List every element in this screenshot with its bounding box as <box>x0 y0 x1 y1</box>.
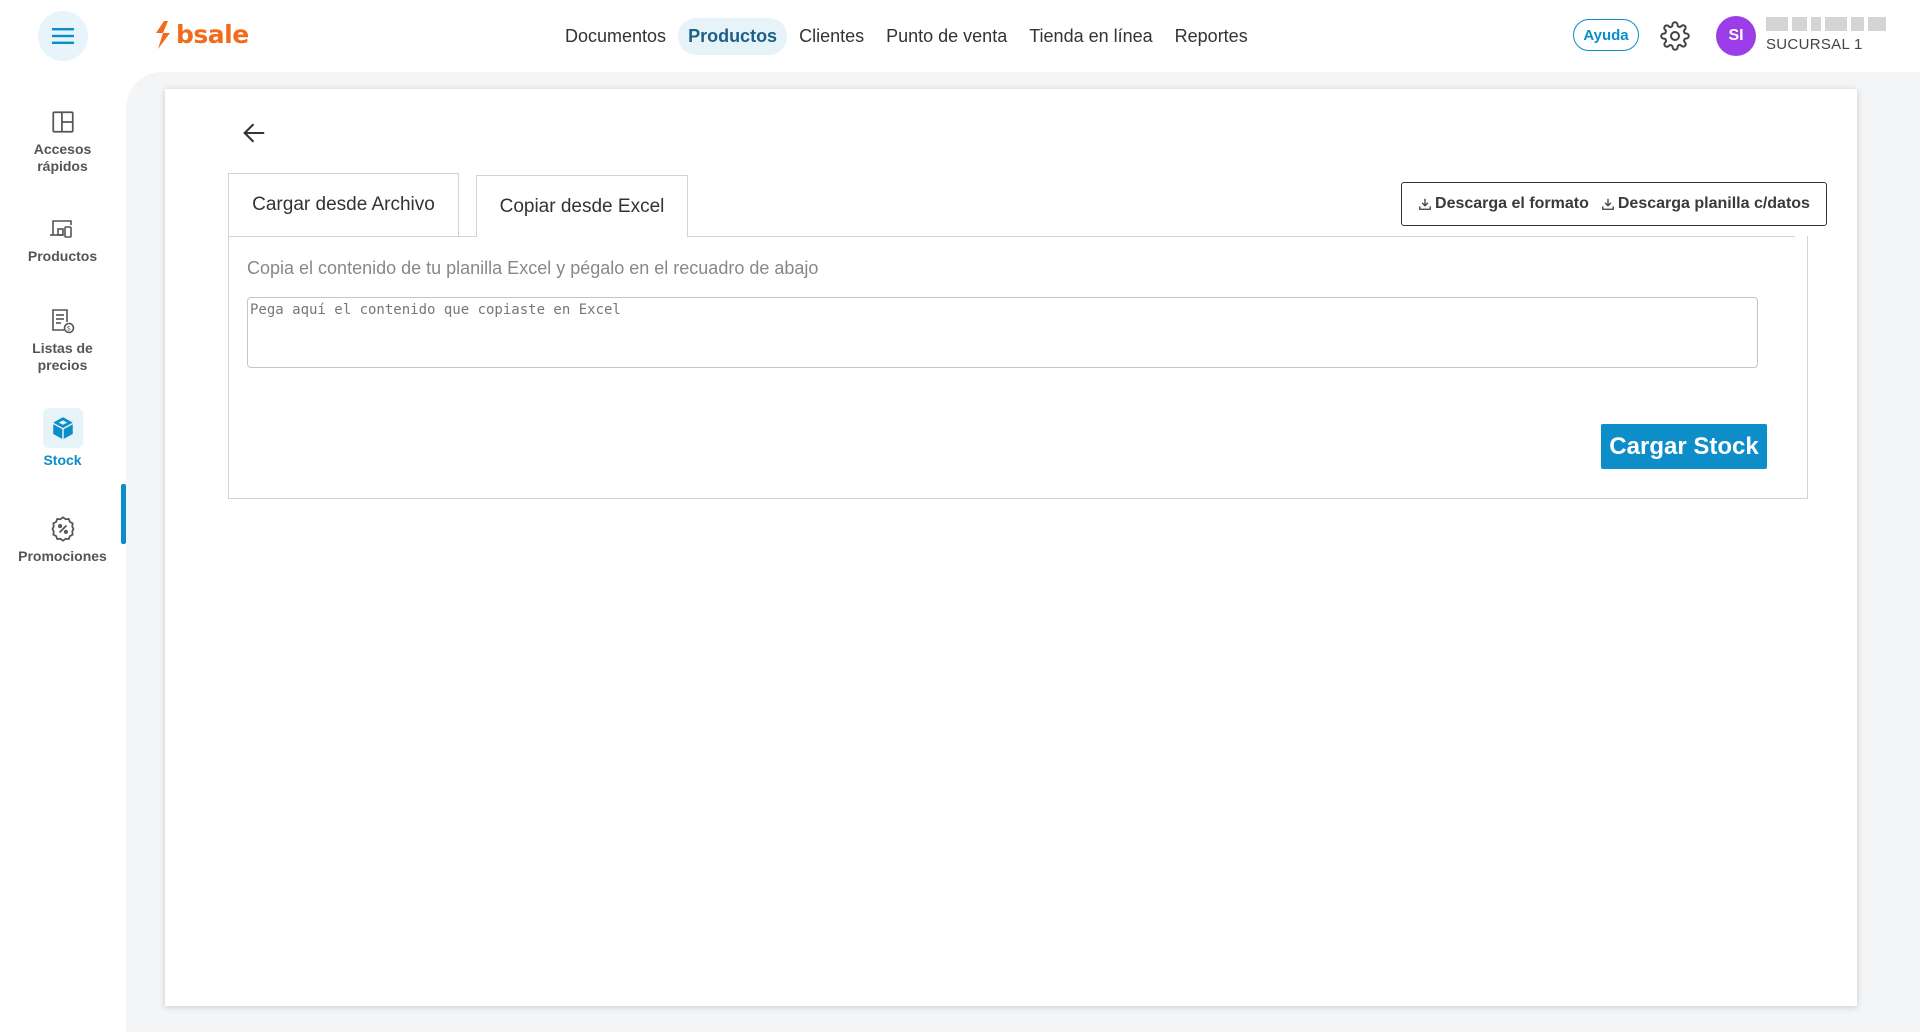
discount-badge-icon <box>48 514 78 544</box>
download-data-link[interactable]: Descarga planilla c/datos <box>1601 195 1810 213</box>
sidebar-item-label: Productos <box>27 248 98 264</box>
main-nav: Documentos Productos Clientes Punto de v… <box>555 18 1258 55</box>
nav-documentos[interactable]: Documentos <box>555 18 676 55</box>
tab-cargar-desde-archivo[interactable]: Cargar desde Archivo <box>228 173 459 236</box>
download-format-link[interactable]: Descarga el formato <box>1418 195 1589 213</box>
devices-icon <box>48 214 78 244</box>
brand-logo[interactable]: bsale <box>154 20 249 49</box>
sidebar-item-listas-de-precios[interactable]: $ Listas de precios <box>0 306 125 374</box>
sidebar-item-stock[interactable]: Stock <box>0 408 125 469</box>
settings-button[interactable] <box>1660 21 1690 51</box>
top-bar: bsale Documentos Productos Clientes Punt… <box>0 0 1920 72</box>
stock-upload-card: Cargar desde Archivo Copiar desde Excel … <box>165 89 1857 1006</box>
menu-button[interactable] <box>38 11 88 61</box>
paste-textarea[interactable] <box>247 297 1758 368</box>
sidebar-item-label: Accesos rápidos <box>33 141 92 174</box>
download-data-label: Descarga planilla c/datos <box>1617 195 1810 212</box>
nav-punto-de-venta[interactable]: Punto de venta <box>876 18 1017 55</box>
download-icon <box>1419 198 1431 210</box>
sidebar-item-label: Promociones <box>18 548 107 564</box>
excel-paste-panel: Copia el contenido de tu planilla Excel … <box>228 236 1808 499</box>
nav-clientes[interactable]: Clientes <box>789 18 874 55</box>
sidebar-item-label: Stock <box>43 452 82 468</box>
help-button[interactable]: Ayuda <box>1573 19 1639 51</box>
bsale-logo-icon <box>156 20 170 49</box>
user-avatar[interactable]: SI <box>1716 16 1756 56</box>
arrow-left-icon <box>243 123 265 143</box>
layout-icon <box>48 107 78 137</box>
tab-copiar-desde-excel[interactable]: Copiar desde Excel <box>476 175 688 237</box>
download-links: Descarga el formato Descarga planilla c/… <box>1401 182 1827 226</box>
sidebar: Accesos rápidos Productos $ Listas de pr… <box>0 72 126 1032</box>
branch-name[interactable]: SUCURSAL 1 <box>1766 36 1863 53</box>
back-button[interactable] <box>240 119 268 147</box>
price-list-icon: $ <box>48 306 78 336</box>
cargar-stock-button[interactable]: Cargar Stock <box>1601 424 1767 469</box>
sidebar-item-label: Listas de precios <box>32 340 93 373</box>
sidebar-item-promociones[interactable]: Promociones <box>0 514 125 565</box>
download-format-label: Descarga el formato <box>1435 195 1589 212</box>
brand-name: bsale <box>176 20 249 49</box>
hamburger-icon <box>52 28 74 44</box>
cube-icon <box>42 408 83 448</box>
gear-icon <box>1660 21 1690 51</box>
download-icon <box>1601 198 1614 210</box>
nav-tienda-en-linea[interactable]: Tienda en línea <box>1019 18 1162 55</box>
user-name-redacted <box>1766 17 1886 31</box>
sidebar-item-productos[interactable]: Productos <box>0 214 125 265</box>
sidebar-item-accesos-rapidos[interactable]: Accesos rápidos <box>0 107 125 175</box>
instructions-text: Copia el contenido de tu planilla Excel … <box>247 258 819 278</box>
nav-reportes[interactable]: Reportes <box>1165 18 1258 55</box>
nav-productos[interactable]: Productos <box>678 18 788 55</box>
